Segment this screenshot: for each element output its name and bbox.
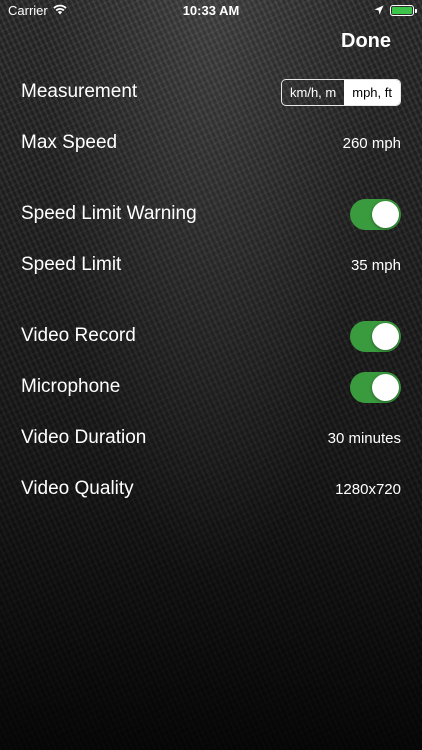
status-bar: Carrier 10:33 AM bbox=[0, 0, 422, 22]
battery-icon bbox=[390, 5, 417, 16]
battery-tip bbox=[415, 9, 417, 13]
microphone-label: Microphone bbox=[21, 376, 121, 397]
segment-km-h-m[interactable]: km/h, m bbox=[282, 80, 344, 105]
location-arrow-icon bbox=[374, 3, 384, 18]
status-time: 10:33 AM bbox=[182, 3, 240, 18]
video-duration-row[interactable]: Video Duration 30 minutes bbox=[21, 422, 401, 454]
measurement-label: Measurement bbox=[21, 81, 138, 102]
video-record-label: Video Record bbox=[21, 325, 136, 346]
speed-limit-warning-row: Speed Limit Warning bbox=[21, 198, 401, 230]
status-right bbox=[374, 3, 417, 18]
microphone-toggle[interactable] bbox=[350, 371, 401, 403]
video-duration-label: Video Duration bbox=[21, 427, 147, 448]
video-quality-row[interactable]: Video Quality 1280x720 bbox=[21, 473, 401, 505]
max-speed-label: Max Speed bbox=[21, 132, 118, 153]
video-record-row: Video Record bbox=[21, 320, 401, 352]
speed-limit-label: Speed Limit bbox=[21, 254, 122, 275]
video-quality-label: Video Quality bbox=[21, 478, 134, 499]
speed-limit-warning-label: Speed Limit Warning bbox=[21, 203, 197, 224]
toggle-knob bbox=[372, 373, 399, 401]
measurement-row: Measurement km/h, m mph, ft bbox=[21, 76, 401, 108]
max-speed-row[interactable]: Max Speed 260 mph bbox=[21, 127, 401, 159]
done-button[interactable]: Done bbox=[341, 30, 391, 53]
video-record-toggle[interactable] bbox=[350, 320, 401, 352]
battery-fill bbox=[392, 7, 412, 14]
segment-mph-ft[interactable]: mph, ft bbox=[344, 79, 400, 105]
video-duration-value: 30 minutes bbox=[327, 429, 401, 447]
max-speed-value: 260 mph bbox=[342, 134, 401, 152]
speed-limit-value: 35 mph bbox=[350, 256, 401, 274]
toggle-knob bbox=[372, 200, 399, 228]
speed-limit-row[interactable]: Speed Limit 35 mph bbox=[21, 249, 401, 281]
toggle-knob bbox=[372, 322, 399, 350]
speed-limit-warning-toggle[interactable] bbox=[350, 198, 401, 230]
microphone-row: Microphone bbox=[21, 371, 401, 403]
measurement-segmented-control: km/h, m mph, ft bbox=[281, 78, 401, 106]
video-quality-value: 1280x720 bbox=[335, 480, 401, 498]
